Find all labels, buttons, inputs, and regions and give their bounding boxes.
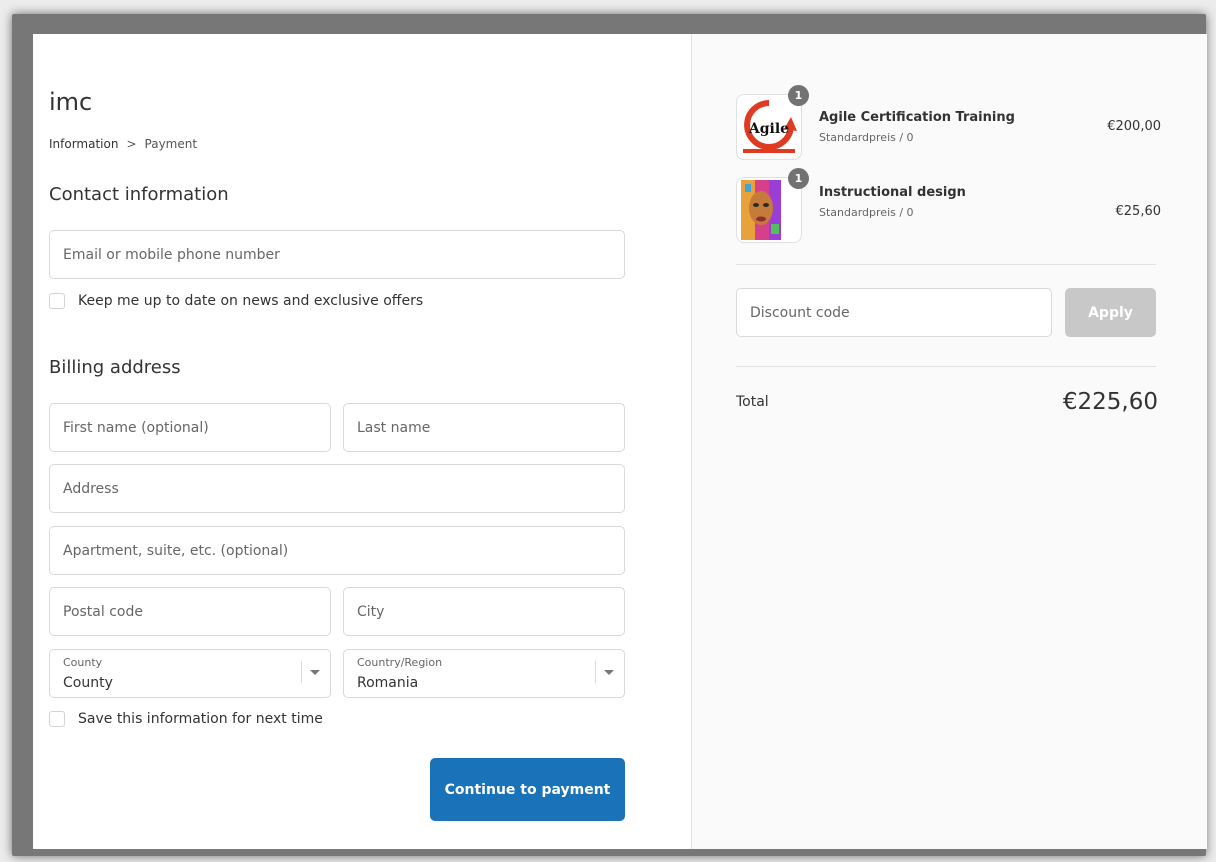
chevron-down-icon	[310, 670, 320, 675]
city-wrapper	[343, 587, 625, 636]
county-select-divider	[301, 661, 302, 683]
order-summary-panel: Agile 1 Agile Certification Training Sta…	[691, 34, 1207, 849]
breadcrumb-separator: >	[126, 137, 137, 151]
discount-code-input[interactable]	[737, 289, 1051, 336]
county-select[interactable]: County County	[49, 649, 331, 698]
billing-section-title: Billing address	[49, 357, 181, 378]
continue-to-payment-button[interactable]: Continue to payment	[430, 758, 625, 821]
first-name-wrapper	[49, 403, 331, 452]
county-label: County	[63, 656, 103, 669]
county-value: County	[63, 675, 113, 691]
total-label: Total	[736, 394, 769, 410]
cart-item: 1 Instructional design Standardpreis / 0…	[736, 168, 1162, 243]
store-logo[interactable]: imc	[49, 88, 92, 116]
first-name-input[interactable]	[50, 404, 330, 451]
country-select-divider	[595, 661, 596, 683]
summary-divider	[736, 264, 1156, 265]
agile-logo-icon: Agile	[737, 95, 801, 159]
breadcrumb-information[interactable]: Information	[49, 137, 118, 151]
country-label: Country/Region	[357, 656, 443, 669]
cart-item: Agile 1 Agile Certification Training Sta…	[736, 85, 1161, 160]
email-input[interactable]	[50, 231, 624, 278]
product-name: Instructional design	[819, 185, 966, 200]
newsletter-checkbox[interactable]	[49, 293, 65, 309]
postal-code-wrapper	[49, 587, 331, 636]
last-name-input[interactable]	[344, 404, 624, 451]
quantity-badge: 1	[788, 168, 809, 189]
breadcrumb: Information > Payment	[49, 137, 197, 151]
summary-divider	[736, 366, 1156, 367]
apartment-input[interactable]	[50, 527, 624, 574]
breadcrumb-payment: Payment	[144, 137, 198, 151]
product-thumbnail: Agile 1	[736, 85, 809, 160]
discount-field-wrapper	[736, 288, 1052, 337]
newsletter-label[interactable]: Keep me up to date on news and exclusive…	[78, 293, 423, 309]
product-name: Agile Certification Training	[819, 110, 1015, 125]
last-name-wrapper	[343, 403, 625, 452]
save-info-checkbox[interactable]	[49, 711, 65, 727]
postal-code-input[interactable]	[50, 588, 330, 635]
quantity-badge: 1	[788, 85, 809, 106]
email-field-wrapper	[49, 230, 625, 279]
product-variant: Standardpreis / 0	[819, 131, 914, 144]
product-price: €25,60	[1115, 204, 1162, 219]
total-value: €225,60	[1062, 389, 1158, 415]
newsletter-row: Keep me up to date on news and exclusive…	[49, 293, 423, 309]
save-info-label[interactable]: Save this information for next time	[78, 711, 323, 727]
address-wrapper	[49, 464, 625, 513]
product-variant: Standardpreis / 0	[819, 206, 914, 219]
checkout-form-panel: imc Information > Payment Contact inform…	[33, 34, 691, 849]
apply-discount-button[interactable]: Apply	[1065, 288, 1156, 337]
country-value: Romania	[357, 675, 419, 691]
apartment-wrapper	[49, 526, 625, 575]
city-input[interactable]	[344, 588, 624, 635]
chevron-down-icon	[604, 670, 614, 675]
checkout-window: imc Information > Payment Contact inform…	[33, 34, 1207, 849]
country-select[interactable]: Country/Region Romania	[343, 649, 625, 698]
product-price: €200,00	[1107, 119, 1161, 134]
contact-section-title: Contact information	[49, 184, 229, 205]
portrait-image-icon	[737, 178, 801, 242]
product-thumbnail: 1	[736, 168, 809, 243]
address-input[interactable]	[50, 465, 624, 512]
agile-logo-text: Agile	[748, 121, 789, 137]
save-info-row: Save this information for next time	[49, 711, 323, 727]
